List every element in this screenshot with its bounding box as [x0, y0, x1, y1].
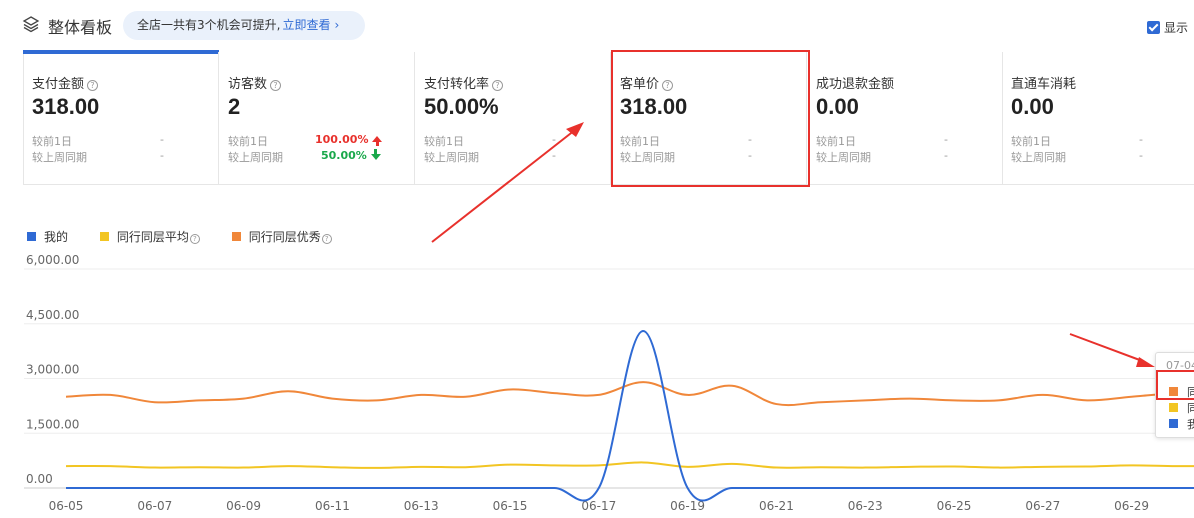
annotation-highlight-box-tooltip	[1156, 370, 1194, 400]
line-chart[interactable]: 6,000.00 4,500.00 3,000.00 1,500.00 0.00 06-…	[0, 0, 1194, 518]
series-line-2	[65, 381, 1194, 407]
x-tick-label: 06-21	[759, 499, 794, 513]
tooltip-item: 我	[1187, 418, 1194, 431]
x-tick-label: 06-05	[49, 499, 84, 513]
x-tick-label: 06-07	[137, 499, 172, 513]
x-tick-label: 06-23	[848, 499, 883, 513]
y-tick-label: 3,000.00	[26, 363, 79, 377]
x-tick-label: 06-15	[493, 499, 528, 513]
x-tick-label: 06-29	[1114, 499, 1149, 513]
x-axis-labels: 06-05 06-07 06-09 06-11 06-13 06-15 06-17 06-19…	[49, 499, 1149, 513]
x-tick-label: 06-13	[404, 499, 439, 513]
tooltip-swatch-peer-avg	[1169, 403, 1178, 412]
annotation-arrow-up	[431, 122, 584, 243]
series-line-1	[65, 461, 1194, 469]
y-tick-label: 4,500.00	[26, 308, 79, 322]
series-line-0	[66, 330, 1194, 502]
x-tick-label: 06-11	[315, 499, 350, 513]
tooltip-swatch-mine	[1169, 419, 1178, 428]
x-tick-label: 06-27	[1025, 499, 1060, 513]
tooltip-item: 同	[1187, 402, 1194, 415]
chart-series	[65, 330, 1194, 502]
y-tick-label: 6,000.00	[26, 253, 79, 267]
y-tick-label: 0.00	[26, 472, 53, 486]
y-axis-labels: 6,000.00 4,500.00 3,000.00 1,500.00 0.00	[26, 253, 79, 486]
annotation-arrow-right	[1069, 333, 1155, 367]
x-tick-label: 06-09	[226, 499, 261, 513]
y-tick-label: 1,500.00	[26, 417, 79, 431]
x-tick-label: 06-25	[937, 499, 972, 513]
